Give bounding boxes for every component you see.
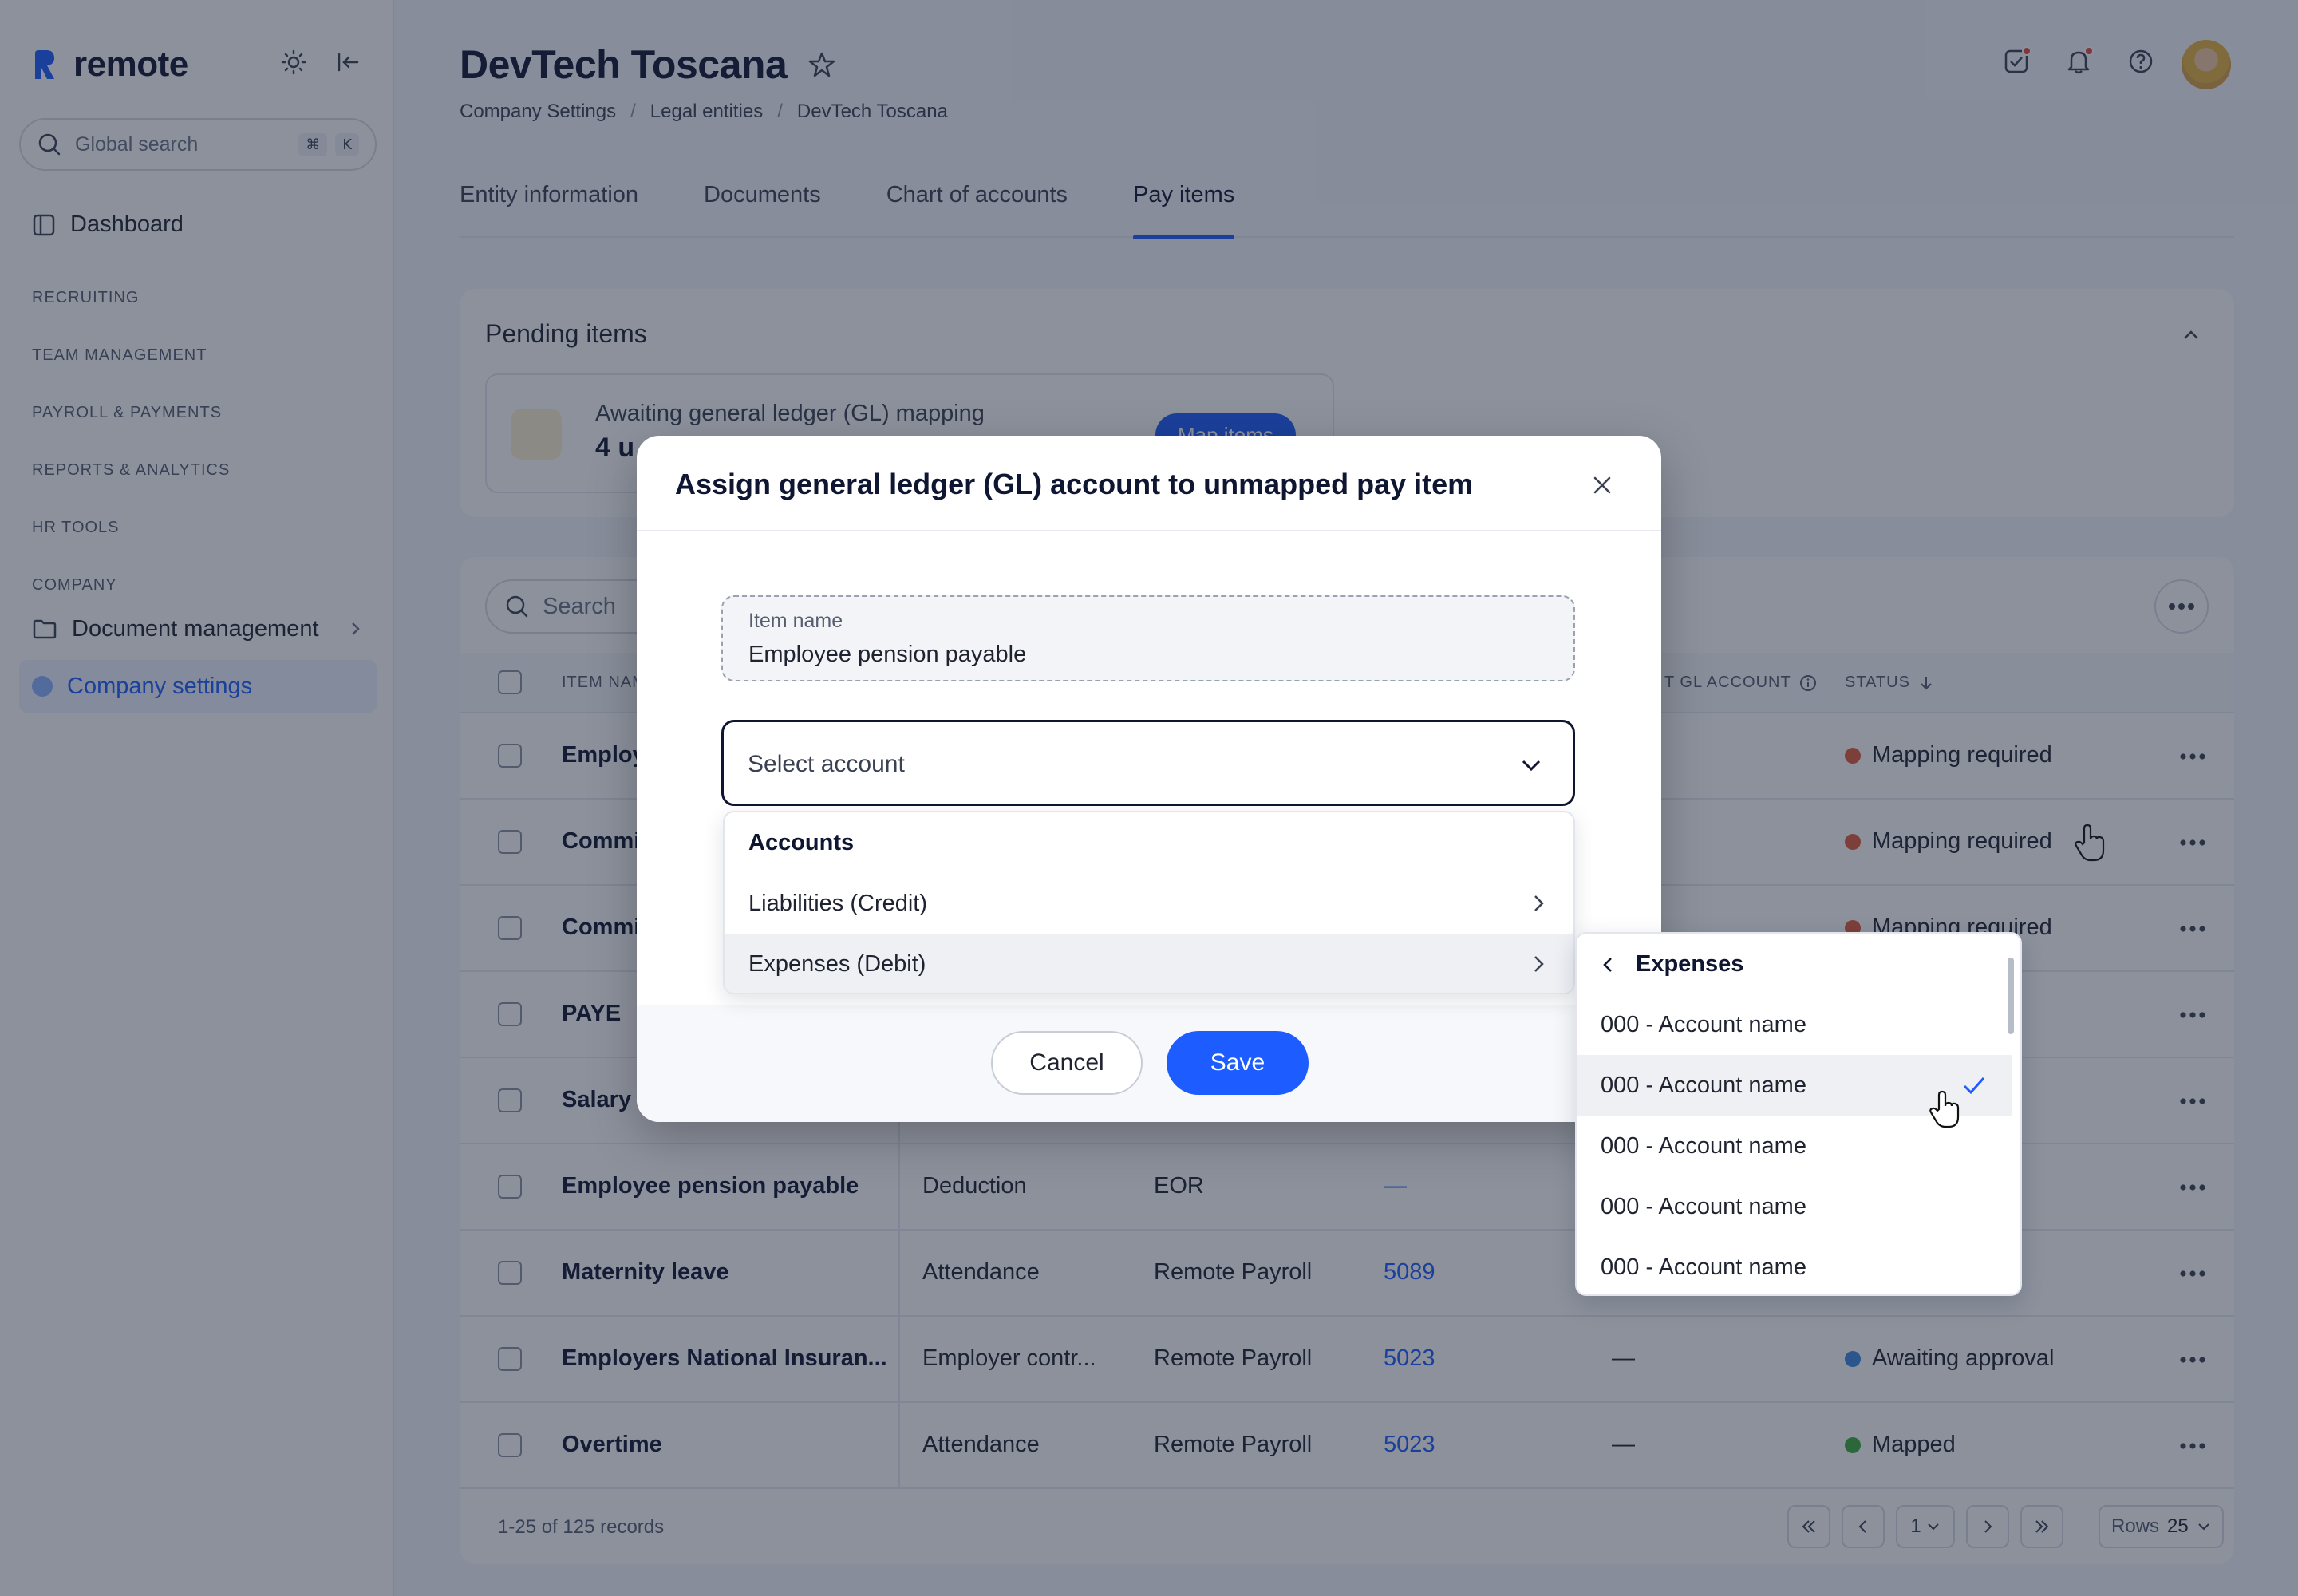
submenu-back-button[interactable]: Expenses <box>1599 951 1743 978</box>
check-icon <box>1963 1077 1985 1095</box>
chevron-left-icon <box>1603 957 1612 972</box>
chevron-right-icon <box>1534 956 1544 972</box>
submenu-account-option[interactable]: 000 - Account name <box>1577 1237 2012 1294</box>
submenu-option-label: 000 - Account name <box>1601 1072 1806 1098</box>
modal-title: Assign general ledger (GL) account to un… <box>675 468 1474 500</box>
account-select[interactable]: Select account <box>721 720 1575 806</box>
assign-gl-modal: Assign general ledger (GL) account to un… <box>637 436 1661 1122</box>
submenu-option-label: 000 - Account name <box>1601 1011 1806 1037</box>
item-name-label: Item name <box>748 610 843 632</box>
chevron-right-icon <box>1534 895 1544 911</box>
submenu-account-option[interactable]: 000 - Account name <box>1577 1176 2012 1237</box>
chevron-down-icon <box>1522 760 1541 772</box>
submenu-option-label: 000 - Account name <box>1601 1193 1806 1219</box>
hand-cursor-icon <box>1929 1090 1960 1128</box>
item-name-field: Item name Employee pension payable <box>721 595 1575 681</box>
submenu-title: Expenses <box>1636 951 1744 977</box>
scrollbar[interactable] <box>2008 958 2014 1034</box>
menu-group-label: Accounts <box>748 830 855 855</box>
modal-header: Assign general ledger (GL) account to un… <box>637 436 1661 531</box>
menu-item-label: Expenses (Debit) <box>748 950 926 977</box>
menu-item-liabilities[interactable]: Liabilities (Credit) <box>725 873 1573 934</box>
submenu-option-label: 000 - Account name <box>1601 1132 1806 1159</box>
account-dropdown-menu: Accounts Liabilities (Credit) Expenses (… <box>723 811 1575 994</box>
submenu-account-option[interactable]: 000 - Account name <box>1577 994 2012 1055</box>
close-icon[interactable] <box>1591 474 1613 496</box>
menu-item-expenses[interactable]: Expenses (Debit) <box>725 934 1573 993</box>
save-button[interactable]: Save <box>1167 1031 1309 1095</box>
modal-footer <box>637 1005 1661 1122</box>
account-select-placeholder: Select account <box>748 751 905 777</box>
item-name-value: Employee pension payable <box>748 642 1027 667</box>
cancel-button[interactable]: Cancel <box>991 1031 1143 1095</box>
menu-item-label: Liabilities (Credit) <box>748 890 928 916</box>
submenu-option-label: 000 - Account name <box>1601 1254 1806 1280</box>
